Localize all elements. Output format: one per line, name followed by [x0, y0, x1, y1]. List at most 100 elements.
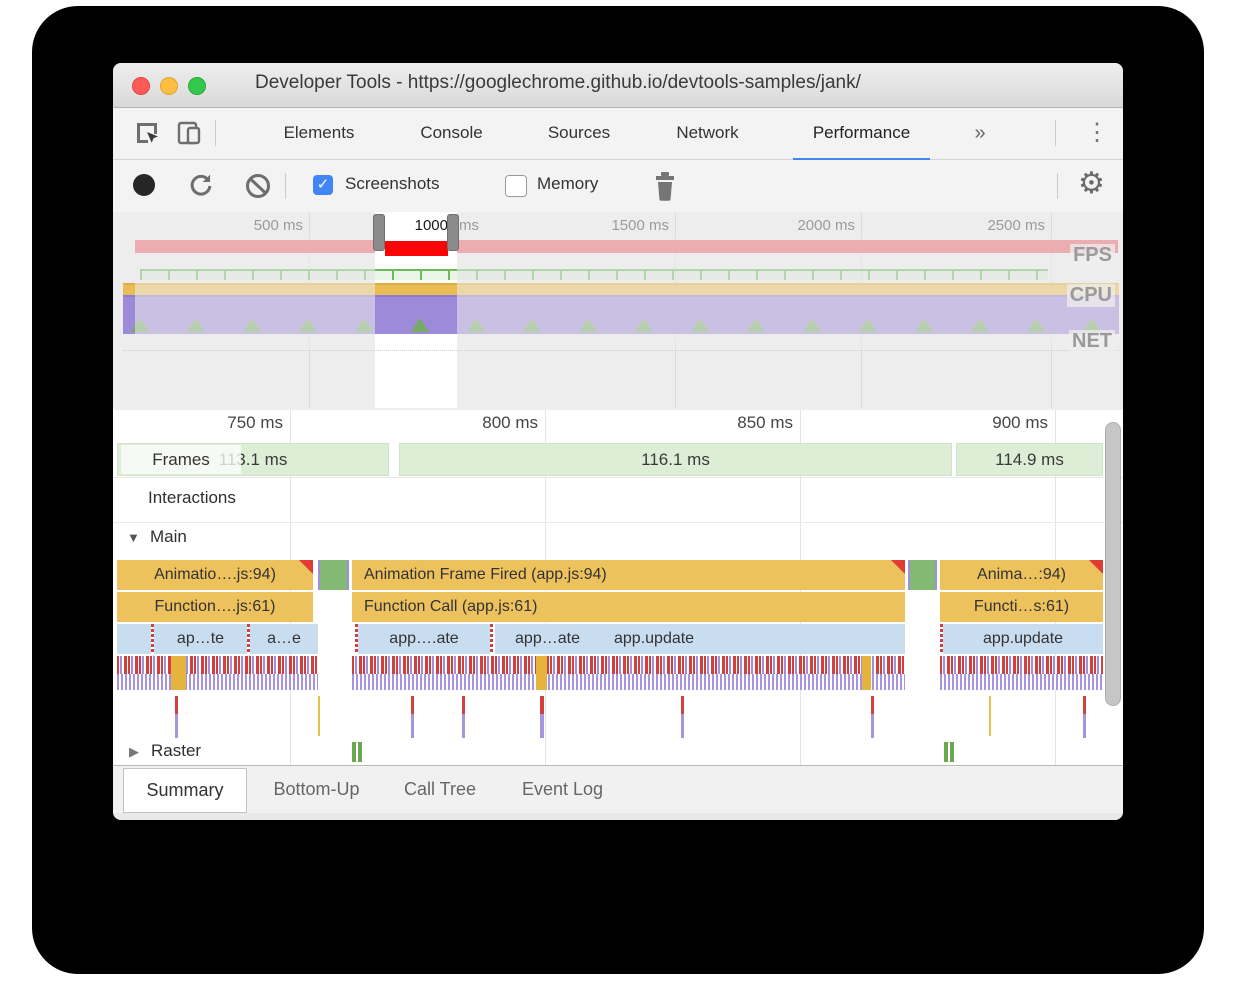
flame-event-animation-frame[interactable]: Anima…:94) — [940, 560, 1103, 590]
zoom-traffic-light[interactable] — [188, 77, 206, 95]
tab-network[interactable]: Network — [662, 108, 753, 158]
trash-icon[interactable] — [652, 171, 678, 201]
flame-event-green[interactable] — [318, 560, 349, 590]
main-track-label: Main — [150, 527, 187, 547]
vertical-scrollbar[interactable] — [1105, 422, 1121, 706]
inspect-element-icon[interactable] — [133, 119, 161, 147]
toolbar-separator-right — [1057, 173, 1058, 199]
layout-activity-patch — [862, 656, 871, 690]
raster-task-mark — [358, 742, 362, 762]
clear-recording-icon[interactable] — [244, 172, 272, 200]
js-activity-stripes — [352, 656, 905, 690]
raster-expand-icon[interactable]: ▶ — [129, 744, 139, 760]
net-chart-label: NET — [1069, 330, 1115, 353]
flame-event-function-call[interactable]: Functi…s:61) — [940, 592, 1103, 622]
tab-elements[interactable]: Elements — [270, 108, 368, 158]
tab-performance[interactable]: Performance — [793, 108, 930, 161]
toolbar-separator — [285, 173, 286, 199]
details-tab-bar: Summary Bottom-Up Call Tree Event Log — [113, 765, 1123, 813]
activity-tick — [681, 696, 684, 738]
interactions-track-label: Interactions — [148, 488, 236, 508]
fps-overview-bar-selected — [385, 241, 448, 256]
devtools-window: Developer Tools - https://googlechrome.g… — [113, 63, 1123, 820]
cpu-chart-label: CPU — [1067, 284, 1115, 307]
tabbar-separator — [215, 120, 216, 146]
title-bar[interactable]: Developer Tools - https://googlechrome.g… — [113, 63, 1123, 108]
fps-chart-label: FPS — [1070, 244, 1115, 267]
row-divider — [113, 477, 1123, 478]
flame-event-animation-frame[interactable]: Animation Frame Fired (app.js:94) — [352, 560, 905, 590]
activity-tick — [411, 696, 414, 738]
frame-bar[interactable]: 116.1 ms — [399, 443, 952, 476]
flame-event-app-update[interactable]: app.update — [943, 624, 1103, 654]
tab-bottom-up[interactable]: Bottom-Up — [258, 768, 375, 811]
tab-call-tree[interactable]: Call Tree — [390, 768, 490, 811]
timeline-overview[interactable]: 500 ms 1000 ms 1500 ms 2000 ms 2500 ms — [113, 212, 1123, 411]
activity-tick — [1083, 696, 1086, 738]
activity-tick — [462, 696, 465, 738]
flame-event-app-update[interactable]: ap…te — [154, 624, 247, 654]
js-activity-stripes — [940, 656, 1103, 690]
selection-right-handle[interactable] — [447, 214, 459, 251]
screenshot-stage: Developer Tools - https://googlechrome.g… — [0, 0, 1236, 982]
flame-event-function-call[interactable]: Function Call (app.js:61) — [352, 592, 905, 622]
memory-checkbox[interactable] — [505, 175, 527, 197]
overview-dim-overlay — [457, 238, 1119, 350]
overview-ruler-label: 2500 ms — [965, 217, 1045, 234]
window-bottom-strip — [113, 813, 1123, 820]
waterfall-ruler-label: 800 ms — [448, 413, 538, 433]
flame-event-app-update[interactable]: app.update — [600, 624, 905, 654]
waterfall-ruler-label: 750 ms — [193, 413, 283, 433]
raster-task-mark — [352, 742, 356, 762]
tab-console[interactable]: Console — [405, 108, 498, 158]
activity-tick — [540, 696, 544, 738]
reload-and-record-icon[interactable] — [187, 172, 215, 200]
gc-tick — [490, 624, 493, 654]
row-divider — [113, 522, 1123, 523]
raster-track-label: Raster — [151, 741, 201, 761]
frame-bar[interactable]: 114.9 ms — [956, 443, 1103, 476]
raster-task-mark — [944, 742, 948, 762]
activity-tick — [175, 696, 178, 738]
waterfall-ruler-label: 900 ms — [958, 413, 1048, 433]
waterfall-ruler-label: 850 ms — [703, 413, 793, 433]
screenshots-checkbox[interactable]: ✓ — [313, 175, 333, 195]
flame-event-app-update[interactable]: app…ate — [495, 624, 600, 654]
devtools-tab-bar: Elements Console Sources Network Perform… — [113, 108, 1123, 160]
flame-chart-panel[interactable]: 750 ms 800 ms 850 ms 900 ms 113.1 ms 116… — [113, 410, 1123, 765]
flame-event-app-update[interactable]: app….ate — [358, 624, 490, 654]
overview-ruler-label: 1500 ms — [589, 217, 669, 234]
long-task-warning-triangle — [891, 560, 905, 574]
tabbar-separator-right — [1055, 120, 1056, 146]
layout-activity-patch — [171, 656, 186, 690]
minimize-traffic-light[interactable] — [160, 77, 178, 95]
long-task-warning-triangle — [1089, 560, 1103, 574]
activity-tick-yellow — [318, 696, 320, 736]
close-traffic-light[interactable] — [132, 77, 150, 95]
record-button[interactable] — [133, 174, 155, 196]
overview-dim-overlay — [135, 238, 375, 350]
frames-track-label: Frames — [121, 445, 241, 474]
memory-label: Memory — [537, 174, 598, 194]
flame-event-app-update[interactable]: a…e — [250, 624, 318, 654]
selection-left-handle[interactable] — [373, 214, 385, 251]
activity-tick-yellow — [989, 696, 991, 736]
tab-event-log[interactable]: Event Log — [505, 768, 620, 811]
flame-event-green[interactable] — [908, 560, 937, 590]
device-toolbar-icon[interactable] — [175, 119, 203, 147]
flame-event-app-update[interactable] — [117, 624, 151, 654]
tab-sources[interactable]: Sources — [533, 108, 625, 158]
overview-ruler-label: 500 ms — [223, 217, 303, 234]
overview-ruler-label: ms — [459, 217, 487, 234]
screenshots-label: Screenshots — [345, 174, 440, 194]
customize-devtools-icon[interactable]: ⋮ — [1085, 121, 1109, 145]
more-tabs-icon[interactable]: » — [965, 108, 995, 158]
capture-settings-gear-icon[interactable]: ⚙ — [1078, 166, 1105, 201]
long-task-warning-triangle — [299, 560, 313, 574]
flame-event-animation-frame[interactable]: Animatio….js:94) — [117, 560, 313, 590]
main-collapse-icon[interactable]: ▼ — [127, 530, 140, 545]
flame-event-function-call[interactable]: Function….js:61) — [117, 592, 313, 622]
js-activity-stripes — [117, 656, 318, 690]
performance-toolbar: ✓ Screenshots Memory ⚙ — [113, 160, 1123, 213]
tab-summary[interactable]: Summary — [123, 768, 247, 813]
